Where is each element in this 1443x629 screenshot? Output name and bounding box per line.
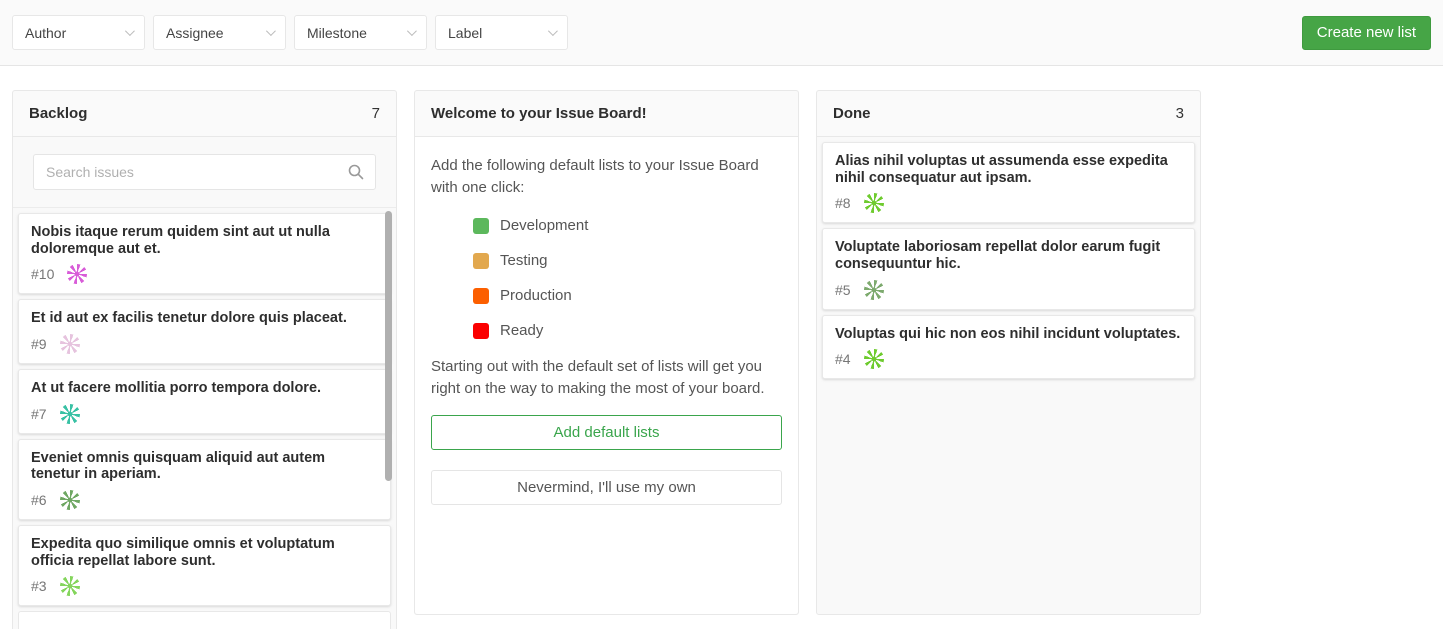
search-icon (348, 164, 364, 180)
backlog-list-title: Backlog (29, 105, 87, 122)
nevermind-button[interactable]: Nevermind, I'll use my own (431, 470, 782, 505)
label-color-swatch (473, 218, 489, 234)
issue-title[interactable]: Et id aut ex facilis tenetur dolore quis… (31, 310, 378, 327)
assignee-avatar[interactable] (60, 334, 80, 354)
issue-number: #7 (31, 406, 47, 422)
issue-meta: #6 (31, 490, 378, 510)
assignee-filter-dropdown[interactable]: Assignee (153, 15, 286, 50)
issue-card[interactable]: Voluptas qui hic non eos nihil incidunt … (822, 315, 1195, 380)
label-name: Production (500, 285, 572, 307)
issue-meta: #9 (31, 334, 378, 354)
chevron-down-icon (266, 26, 276, 36)
issue-meta: #3 (31, 576, 378, 596)
add-default-lists-button[interactable]: Add default lists (431, 415, 782, 450)
filter-bar: Author Assignee Milestone Label Create n… (0, 0, 1443, 66)
issue-card[interactable]: Expedita quo similique omnis et voluptat… (18, 525, 391, 606)
default-labels-list: Development Testing Production Ready (473, 215, 782, 342)
issue-card[interactable]: Alias nihil voluptas ut assumenda esse e… (822, 142, 1195, 223)
welcome-list-header: Welcome to your Issue Board! (415, 91, 798, 137)
label-color-swatch (473, 253, 489, 269)
issue-title[interactable]: Voluptate laboriosam repellat dolor earu… (835, 239, 1182, 272)
issue-number: #6 (31, 492, 47, 508)
search-issues-input[interactable] (33, 154, 376, 190)
backlog-list-header: Backlog 7 (13, 91, 396, 137)
assignee-avatar[interactable] (60, 490, 80, 510)
issue-title[interactable]: At ut facere mollitia porro tempora dolo… (31, 380, 378, 397)
issue-number: #5 (835, 282, 851, 298)
backlog-cards: Nobis itaque rerum quidem sint aut ut nu… (13, 208, 396, 629)
backlog-issue-count: 7 (372, 105, 380, 122)
assignee-avatar[interactable] (60, 404, 80, 424)
done-list-header: Done 3 (817, 91, 1200, 137)
welcome-outro-text: Starting out with the default set of lis… (431, 356, 782, 400)
label-color-swatch (473, 288, 489, 304)
welcome-body: Add the following default lists to your … (415, 137, 798, 614)
issue-number: #3 (31, 578, 47, 594)
list-welcome: Welcome to your Issue Board! Add the fol… (414, 90, 799, 615)
chevron-down-icon (407, 26, 417, 36)
issue-number: #8 (835, 195, 851, 211)
issue-board: Backlog 7 Nobis itaque rerum quidem sint… (0, 66, 1443, 629)
assignee-avatar[interactable] (864, 193, 884, 213)
welcome-intro-text: Add the following default lists to your … (431, 155, 782, 199)
milestone-filter-label: Milestone (307, 25, 367, 41)
label-color-swatch (473, 323, 489, 339)
welcome-list-title: Welcome to your Issue Board! (431, 105, 647, 122)
milestone-filter-dropdown[interactable]: Milestone (294, 15, 427, 50)
label-name: Ready (500, 320, 543, 342)
assignee-avatar[interactable] (864, 349, 884, 369)
issue-number: #10 (31, 266, 54, 282)
create-new-list-button[interactable]: Create new list (1302, 16, 1431, 50)
issue-card-partially-visible[interactable] (18, 611, 391, 629)
issue-title[interactable]: Voluptas qui hic non eos nihil incidunt … (835, 326, 1182, 343)
default-label-row: Production (473, 285, 782, 307)
issue-number: #9 (31, 336, 47, 352)
issue-card[interactable]: Et id aut ex facilis tenetur dolore quis… (18, 299, 391, 364)
chevron-down-icon (125, 26, 135, 36)
issue-card[interactable]: Eveniet omnis quisquam aliquid aut autem… (18, 439, 391, 520)
chevron-down-icon (548, 26, 558, 36)
author-filter-dropdown[interactable]: Author (12, 15, 145, 50)
list-done: Done 3 Alias nihil voluptas ut assumenda… (816, 90, 1201, 615)
issue-meta: #5 (835, 280, 1182, 300)
issue-meta: #10 (31, 264, 378, 284)
default-label-row: Development (473, 215, 782, 237)
issue-card[interactable]: Voluptate laboriosam repellat dolor earu… (822, 228, 1195, 309)
issue-title[interactable]: Expedita quo similique omnis et voluptat… (31, 536, 378, 569)
label-name: Development (500, 215, 588, 237)
issue-card[interactable]: At ut facere mollitia porro tempora dolo… (18, 369, 391, 434)
issue-number: #4 (835, 351, 851, 367)
default-label-row: Testing (473, 250, 782, 272)
backlog-scrollbar[interactable] (385, 211, 392, 481)
issue-title[interactable]: Eveniet omnis quisquam aliquid aut autem… (31, 450, 378, 483)
issue-title[interactable]: Alias nihil voluptas ut assumenda esse e… (835, 153, 1182, 186)
label-name: Testing (500, 250, 548, 272)
list-backlog: Backlog 7 Nobis itaque rerum quidem sint… (12, 90, 397, 629)
assignee-avatar[interactable] (60, 576, 80, 596)
done-cards: Alias nihil voluptas ut assumenda esse e… (817, 137, 1200, 614)
issue-meta: #4 (835, 349, 1182, 369)
issue-meta: #7 (31, 404, 378, 424)
assignee-filter-label: Assignee (166, 25, 224, 41)
done-issue-count: 3 (1176, 105, 1184, 122)
backlog-search-row (13, 137, 396, 208)
issue-meta: #8 (835, 193, 1182, 213)
assignee-avatar[interactable] (67, 264, 87, 284)
label-filter-dropdown[interactable]: Label (435, 15, 568, 50)
done-list-title: Done (833, 105, 871, 122)
issue-card[interactable]: Nobis itaque rerum quidem sint aut ut nu… (18, 213, 391, 294)
label-filter-label: Label (448, 25, 482, 41)
author-filter-label: Author (25, 25, 66, 41)
assignee-avatar[interactable] (864, 280, 884, 300)
issue-title[interactable]: Nobis itaque rerum quidem sint aut ut nu… (31, 224, 378, 257)
default-label-row: Ready (473, 320, 782, 342)
